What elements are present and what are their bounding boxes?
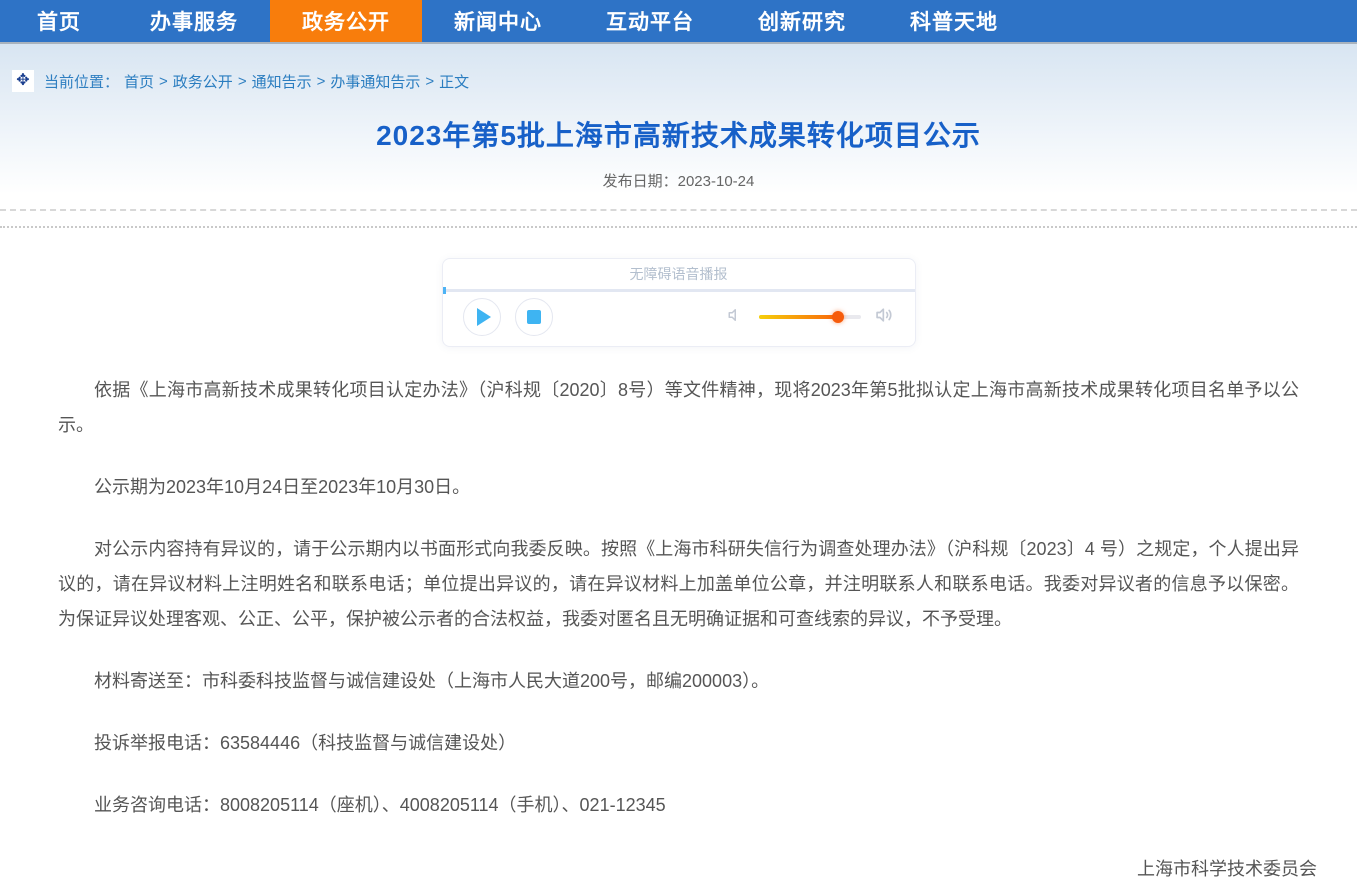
move-icon: ✥ [12, 70, 34, 92]
paragraph: 材料寄送至：市科委科技监督与诚信建设处（上海市人民大道200号，邮编200003… [58, 664, 1299, 699]
volume-slider[interactable] [759, 315, 861, 319]
signature-org: 上海市科学技术委员会 [0, 852, 1317, 887]
stop-button[interactable] [515, 298, 553, 336]
dotted-divider [0, 226, 1357, 228]
article-body: 依据《上海市高新技术成果转化项目认定办法》（沪科规〔2020〕8号）等文件精神，… [0, 347, 1357, 823]
paragraph: 投诉举报电话：63584446（科技监督与诚信建设处） [58, 726, 1299, 761]
breadcrumb-link-service-notices[interactable]: 办事通知告示 [330, 71, 420, 92]
breadcrumb-separator: > [238, 73, 247, 90]
paragraph: 对公示内容持有异议的，请于公示期内以书面形式向我委反映。按照《上海市科研失信行为… [58, 532, 1299, 637]
play-icon [477, 308, 491, 326]
speaker-icon[interactable] [875, 305, 895, 330]
audio-player-title: 无障碍语音播报 [443, 259, 915, 289]
stop-icon [527, 310, 541, 324]
nav-item-home[interactable]: 首页 [0, 0, 118, 42]
nav-item-news-center[interactable]: 新闻中心 [422, 0, 574, 42]
paragraph: 公示期为2023年10月24日至2023年10月30日。 [58, 470, 1299, 505]
publish-date: 发布日期：2023-10-24 [0, 170, 1357, 191]
page-title: 2023年第5批上海市高新技术成果转化项目公示 [0, 114, 1357, 154]
play-button[interactable] [463, 298, 501, 336]
audio-player-controls [443, 292, 915, 346]
audio-progress-bar[interactable] [443, 289, 915, 292]
signature-block: 上海市科学技术委员会 2023年10月24日 [0, 850, 1357, 890]
breadcrumb-link-notices[interactable]: 通知告示 [252, 71, 312, 92]
breadcrumb-link-gov-disclosure[interactable]: 政务公开 [173, 71, 233, 92]
breadcrumb-link-home[interactable]: 首页 [124, 71, 154, 92]
breadcrumb-current-page[interactable]: 正文 [439, 71, 469, 92]
nav-item-gov-disclosure[interactable]: 政务公开 [270, 0, 422, 42]
dashed-divider [0, 209, 1357, 211]
paragraph: 业务咨询电话：8008205114（座机）、4008205114（手机）、021… [58, 788, 1299, 823]
paragraph: 依据《上海市高新技术成果转化项目认定办法》（沪科规〔2020〕8号）等文件精神，… [58, 373, 1299, 443]
volume-fill [759, 315, 839, 319]
breadcrumb: ✥ 当前位置： 首页 > 政务公开 > 通知告示 > 办事通知告示 > 正文 [0, 70, 1357, 92]
nav-item-services[interactable]: 办事服务 [118, 0, 270, 42]
breadcrumb-separator: > [425, 73, 434, 90]
nav-item-innovation-research[interactable]: 创新研究 [726, 0, 878, 42]
breadcrumb-separator: > [317, 73, 326, 90]
nav-item-interaction[interactable]: 互动平台 [574, 0, 726, 42]
mute-icon[interactable] [727, 306, 745, 329]
article-header-zone: ✥ 当前位置： 首页 > 政务公开 > 通知告示 > 办事通知告示 > 正文 2… [0, 42, 1357, 228]
breadcrumb-label: 当前位置： [44, 71, 119, 92]
nav-item-science-popularization[interactable]: 科普天地 [878, 0, 1030, 42]
top-nav: 首页 办事服务 政务公开 新闻中心 互动平台 创新研究 科普天地 [0, 0, 1357, 42]
volume-control [727, 305, 895, 330]
audio-player: 无障碍语音播报 [442, 258, 916, 347]
volume-knob[interactable] [832, 311, 844, 323]
audio-progress-handle[interactable] [443, 287, 446, 294]
breadcrumb-separator: > [159, 73, 168, 90]
